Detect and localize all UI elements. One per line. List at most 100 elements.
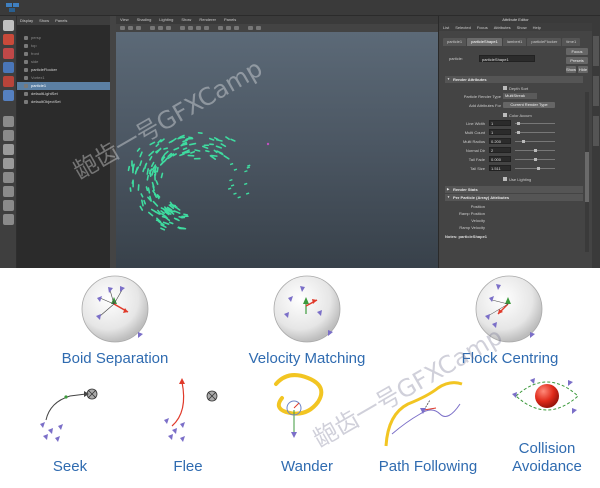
film-gate-icon[interactable]: [158, 26, 163, 30]
outliner-item[interactable]: front: [17, 50, 110, 58]
tab-time1[interactable]: time1: [562, 38, 581, 46]
ae-menu-show[interactable]: Show: [517, 25, 527, 30]
tab-particleshape1[interactable]: particleShape1: [467, 38, 502, 46]
particle-streak: [127, 165, 131, 172]
wireframe-icon[interactable]: [180, 26, 185, 30]
layout-graph-icon[interactable]: [3, 172, 14, 183]
slider-knob[interactable]: [522, 140, 526, 143]
ae-menu-attributes[interactable]: Attributes: [494, 25, 511, 30]
layout-custom-icon[interactable]: [3, 214, 14, 225]
render-attr-slider[interactable]: [515, 167, 555, 170]
shadows-icon[interactable]: [218, 26, 223, 30]
paint-tool-icon[interactable]: [3, 48, 14, 59]
particle-streak: [225, 136, 230, 141]
viewport-menu-panels[interactable]: Panels: [224, 17, 236, 23]
particle-name-field[interactable]: particleShape1: [479, 55, 535, 62]
select-tool-icon[interactable]: [3, 20, 14, 31]
ae-menu-list[interactable]: List: [443, 25, 449, 30]
outliner-item[interactable]: defaultObjectSet: [17, 98, 110, 106]
ambient-occlusion-icon[interactable]: [226, 26, 231, 30]
outliner-item[interactable]: particle1: [17, 82, 110, 90]
rotate-tool-icon[interactable]: [3, 76, 14, 87]
tab-particleflocker[interactable]: particleFlocker: [527, 38, 562, 46]
show-button[interactable]: Show: [566, 66, 576, 73]
resolution-gate-icon[interactable]: [166, 26, 171, 30]
grid-icon[interactable]: [150, 26, 155, 30]
render-attr-field[interactable]: 1.511: [489, 165, 511, 171]
outliner-menu-panels[interactable]: Panels: [55, 18, 67, 23]
layout-split-icon[interactable]: [3, 144, 14, 155]
focus-button[interactable]: Focus: [566, 48, 588, 55]
viewport-menu-shading[interactable]: Shading: [137, 17, 152, 23]
side-tab-tool-settings[interactable]: [593, 76, 599, 106]
layout-quad-icon[interactable]: [3, 130, 14, 141]
scrollbar-thumb[interactable]: [585, 152, 589, 202]
render-attr-slider[interactable]: [515, 158, 555, 161]
slider-knob[interactable]: [537, 167, 541, 170]
render-stats-section[interactable]: Render Stats: [445, 186, 583, 193]
outliner-item[interactable]: persp: [17, 34, 110, 42]
render-type-dropdown[interactable]: MultiStreak: [503, 93, 537, 99]
layout-single-icon[interactable]: [3, 116, 14, 127]
side-tab-channel-box[interactable]: [593, 116, 599, 146]
ae-menu-focus[interactable]: Focus: [477, 25, 488, 30]
textured-icon[interactable]: [196, 26, 201, 30]
depth-sort-checkbox[interactable]: [503, 86, 507, 90]
tab-particle1[interactable]: particle1: [443, 38, 467, 46]
outliner-item[interactable]: top: [17, 42, 110, 50]
render-attr-slider[interactable]: [515, 149, 555, 152]
render-attr-slider[interactable]: [515, 140, 555, 143]
ae-menu-help[interactable]: Help: [533, 25, 541, 30]
attribute-editor-scrollbar[interactable]: [585, 92, 589, 252]
render-attr-field[interactable]: 2: [489, 147, 511, 153]
viewport-menu-lighting[interactable]: Lighting: [159, 17, 173, 23]
layout-render-icon[interactable]: [3, 200, 14, 211]
render-attr-slider[interactable]: [515, 122, 555, 125]
hide-button[interactable]: Hide: [578, 66, 588, 73]
outliner-item[interactable]: side: [17, 58, 110, 66]
render-attr-field[interactable]: 0.000: [489, 156, 511, 162]
slider-knob[interactable]: [533, 149, 537, 152]
outliner-menu-display[interactable]: Display: [20, 18, 33, 23]
use-lighting-checkbox[interactable]: [503, 177, 507, 181]
slider-knob[interactable]: [516, 122, 520, 125]
side-tab-attribute-editor[interactable]: [593, 36, 599, 66]
outliner-menu-show[interactable]: Show: [39, 18, 49, 23]
particle-flock-scene[interactable]: [116, 32, 438, 268]
outliner-item[interactable]: defaultLightSet: [17, 90, 110, 98]
render-attributes-section[interactable]: Render Attributes: [445, 76, 583, 83]
camera-icon[interactable]: [120, 26, 125, 30]
color-accum-checkbox[interactable]: [503, 113, 507, 117]
lights-icon[interactable]: [204, 26, 209, 30]
scale-tool-icon[interactable]: [3, 90, 14, 101]
particle-streak: [142, 167, 145, 173]
xray-icon[interactable]: [256, 26, 261, 30]
per-particle-section[interactable]: Per Particle (Array) Attributes: [445, 194, 583, 201]
antialiasing-icon[interactable]: [234, 26, 239, 30]
move-tool-icon[interactable]: [3, 62, 14, 73]
isolate-select-icon[interactable]: [248, 26, 253, 30]
slider-knob[interactable]: [533, 158, 537, 161]
tab-lambert1[interactable]: lambert1: [502, 38, 527, 46]
outliner-item[interactable]: particleFlocker: [17, 66, 110, 74]
lasso-tool-icon[interactable]: [3, 34, 14, 45]
layout-outliner-icon[interactable]: [3, 158, 14, 169]
maya-screenshot: Display Show Panels persp top front side par…: [0, 0, 600, 268]
ae-menu-selected[interactable]: Selected: [455, 25, 471, 30]
outliner-item[interactable]: Vortex1: [17, 74, 110, 82]
smooth-shade-icon[interactable]: [188, 26, 193, 30]
current-render-type-button[interactable]: Current Render Type: [503, 102, 555, 108]
render-attr-field[interactable]: 1: [489, 120, 511, 126]
bookmark-icon[interactable]: [136, 26, 141, 30]
render-attr-field[interactable]: 1: [489, 129, 511, 135]
viewport-menu-view[interactable]: View: [120, 17, 129, 23]
viewport-menu-renderer[interactable]: Renderer: [199, 17, 216, 23]
render-attr-field[interactable]: 0.200: [489, 138, 511, 144]
viewport-panel[interactable]: View Shading Lighting Show Renderer Pane…: [116, 16, 438, 268]
viewport-menu-show[interactable]: Show: [181, 17, 191, 23]
layout-hypershade-icon[interactable]: [3, 186, 14, 197]
slider-knob[interactable]: [516, 131, 520, 134]
camera-attr-icon[interactable]: [128, 26, 133, 30]
render-attr-slider[interactable]: [515, 131, 555, 134]
presets-button[interactable]: Presets: [566, 57, 588, 64]
